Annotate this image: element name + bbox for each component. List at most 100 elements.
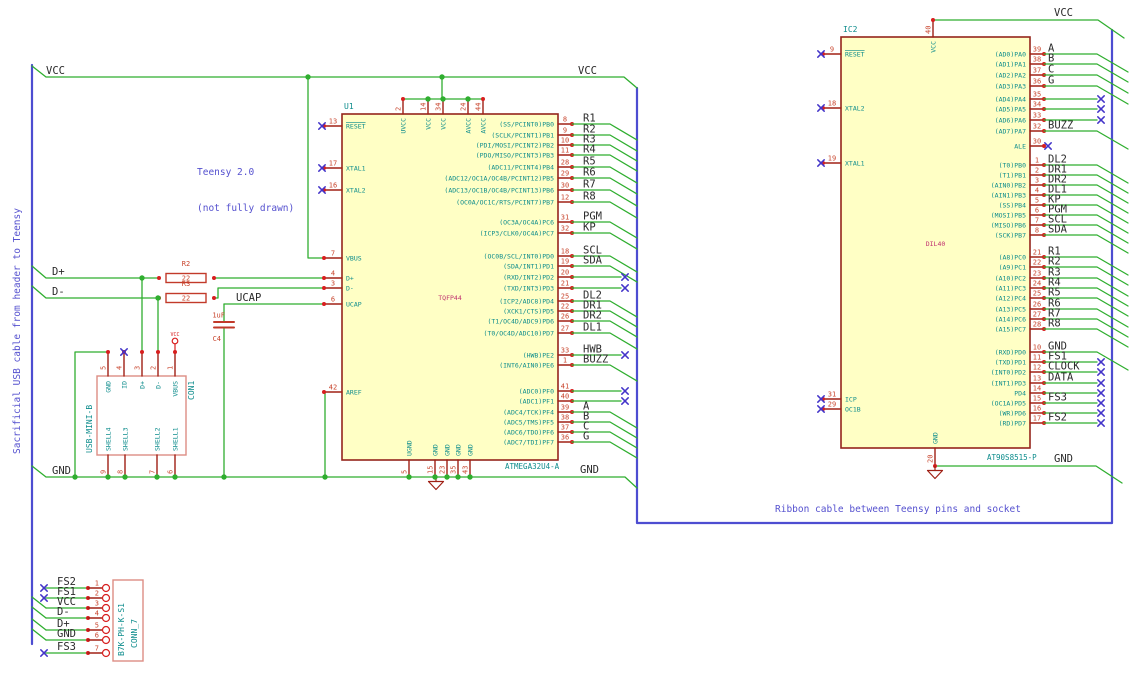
schematic-text: 29 [828, 401, 836, 409]
schematic-text: XTAL1 [346, 164, 366, 172]
schematic-text: XTAL2 [845, 104, 865, 112]
schematic-text: 7 [95, 645, 99, 653]
schematic-text: GND [57, 628, 76, 640]
schematic-text: FS3 [1048, 392, 1067, 404]
schematic-text: GND [444, 444, 452, 456]
schematic-text: (OC3A/OC4A)PC6 [499, 218, 554, 226]
schematic-text: (T0)PB0 [999, 161, 1026, 169]
schematic-text: 2 [1035, 167, 1039, 175]
schematic-text: (AD0)PA0 [995, 50, 1026, 58]
schematic-canvas: U1ATMEGA32U4-ATQFP4413RESET17XTAL116XTAL… [30, 7, 1129, 662]
schematic-text: XTAL2 [346, 186, 366, 194]
schematic-text: GND [432, 444, 440, 456]
schematic-text: KP [583, 222, 596, 234]
resistor-r3[interactable]: R3 22 [157, 280, 216, 304]
schematic-text: (AD5)PA5 [995, 105, 1026, 113]
schematic-text: (SS)PB4 [999, 201, 1026, 209]
schematic-text: 21 [561, 280, 569, 288]
schematic-text: D- [52, 286, 65, 298]
schematic-text: 20 [561, 269, 569, 277]
schematic-text: 35 [449, 466, 457, 474]
schematic-text: 8 [563, 116, 567, 124]
schematic-text: 6 [1035, 207, 1039, 215]
schematic-text: 25 [1033, 290, 1041, 298]
schematic-text: DR2 [583, 310, 602, 322]
schematic-text: D- [57, 606, 70, 618]
schematic-text: G [1048, 75, 1054, 87]
schematic-text: DIL40 [926, 240, 946, 248]
schematic-text: (INT0)PD2 [991, 368, 1026, 376]
schematic-text: 23 [1033, 270, 1041, 278]
schematic-text: 15 [1033, 395, 1041, 403]
schematic-text: (T1)PB1 [999, 171, 1026, 179]
schematic-text: (ADC7/TDI)PF7 [503, 438, 554, 446]
schematic-text: B7K-PH-K-S1 [117, 603, 126, 656]
schematic-text: 21 [1033, 249, 1041, 257]
schematic-text: GND [455, 444, 463, 456]
schematic-text: D+ [346, 274, 354, 282]
connector-con1-usb-mini-b[interactable]: CON1 USB-MINI-B 5 GND 4 ID 3 D+ 2 D- 1 VBUS 9 SHELL4 8… [85, 348, 196, 478]
schematic-text: UCAP [236, 292, 261, 304]
schematic-text: SHELL2 [154, 427, 162, 451]
schematic-text: 27 [561, 325, 569, 333]
schematic-text: R8 [1048, 318, 1061, 330]
schematic-text: 33 [561, 347, 569, 355]
schematic-text: VCC [46, 65, 65, 77]
schematic-text: 3 [134, 366, 142, 370]
schematic-text: R6 [583, 167, 596, 179]
schematic-text: RESET [845, 50, 865, 58]
schematic-text: 5 [1035, 197, 1039, 205]
schematic-text: OC1B [845, 405, 861, 413]
schematic-text: 36 [561, 434, 569, 442]
schematic-text: R4 [583, 144, 596, 156]
schematic-text: R8 [583, 191, 596, 203]
schematic-text: (RXD)PD0 [995, 348, 1026, 356]
schematic-text: (INT6/AIN0)PE6 [499, 361, 554, 369]
schematic-text: 6 [167, 470, 175, 474]
ic-ic2-at90s8515[interactable]: IC2AT90S8515-PDIL409RESET18XTAL219XTAL13… [817, 18, 1129, 468]
schematic-text: 19 [561, 258, 569, 266]
schematic-text: AVCC [465, 118, 473, 134]
schematic-text: G [583, 431, 589, 443]
schematic-text: (AIN0)PB2 [991, 181, 1026, 189]
schematic-text: (AD3)PA3 [995, 82, 1026, 90]
schematic-text: 28 [1033, 321, 1041, 329]
schematic-text: (MOSI)PB5 [991, 211, 1026, 219]
schematic-text: (PDO/MISO/PCINT3)PB3 [476, 151, 554, 159]
schematic-text: C4 [213, 335, 221, 343]
schematic-text: 28 [561, 159, 569, 167]
schematic-text: (AD2)PA2 [995, 71, 1026, 79]
schematic-text: 10 [1033, 344, 1041, 352]
schematic-text: 3 [1035, 177, 1039, 185]
schematic-text: PD4 [1014, 389, 1026, 397]
schematic-text: UVCC [400, 118, 408, 134]
schematic-text: (MISO)PB6 [991, 221, 1026, 229]
schematic-text: R2 [182, 260, 190, 268]
schematic-text: DATA [1048, 372, 1074, 384]
schematic-text: 22 [182, 295, 190, 303]
connector-conn7-header[interactable]: B7K-PH-K-S1 CONN_7FS2 1FS1 2VCC 3D- 4D+ 5GND 6F… [31, 576, 144, 662]
schematic-text: (ADC13/OC1B/OC4B/PCINT13)PB6 [444, 186, 554, 194]
schematic-text: 4 [116, 366, 124, 370]
schematic-text: SHELL1 [172, 427, 180, 451]
vcc-power-symbol: VCC [170, 332, 180, 353]
schematic-text: GND [932, 432, 940, 444]
schematic-text: VCC [170, 332, 179, 338]
schematic-text: 7 [1035, 217, 1039, 225]
schematic-text: ICP [845, 395, 857, 403]
schematic-page: U1 ATMEGA32U4-A TQFP44 13 RESET 17 XTAL1 16 XTAL… [0, 0, 1131, 690]
capacitor-c4[interactable]: 1uF C4 [212, 312, 235, 344]
schematic-text: 4 [95, 610, 99, 618]
schematic-text: 34 [435, 103, 443, 111]
schematic-text: VBUS [346, 254, 362, 262]
schematic-text: 6 [331, 296, 335, 304]
schematic-text: CON1 [187, 381, 196, 400]
schematic-text: 5 [400, 470, 408, 474]
schematic-text: 39 [561, 404, 569, 412]
schematic-text: (A8)PC0 [999, 253, 1026, 261]
ic-u1-atmega32u4[interactable]: U1ATMEGA32U4-ATQFP4413RESET17XTAL116XTAL… [318, 97, 638, 478]
schematic-text: 12 [1033, 364, 1041, 372]
schematic-text: 30 [1033, 138, 1041, 146]
schematic-text: 41 [561, 383, 569, 391]
schematic-text: 8 [1035, 227, 1039, 235]
